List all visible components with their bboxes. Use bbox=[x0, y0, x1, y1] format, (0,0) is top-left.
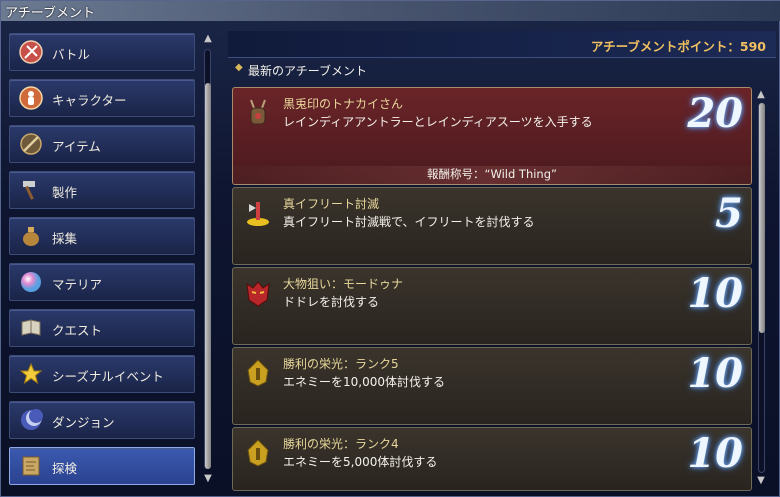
map-scroll-icon bbox=[18, 453, 44, 479]
category-crafting[interactable]: 製作 bbox=[9, 171, 195, 209]
achievement-points-value: 5 bbox=[715, 190, 743, 237]
category-label: アイテム bbox=[52, 139, 101, 154]
reindeer-antler-icon bbox=[241, 96, 275, 130]
scroll-thumb[interactable] bbox=[205, 83, 211, 469]
achievement-entry[interactable]: 真イフリート討滅 真イフリート討滅戦で、イフリートを討伐する 5 bbox=[232, 187, 752, 265]
achievement-description: エネミーを5,000体討伐する bbox=[283, 455, 438, 469]
window-title: アチーブメント bbox=[5, 6, 95, 21]
category-label: ダンジョン bbox=[52, 415, 115, 430]
achievement-points-value: 10 bbox=[687, 350, 743, 397]
achievement-name: 黒兎印のトナカイさん bbox=[283, 97, 404, 111]
scroll-thumb[interactable] bbox=[759, 103, 765, 333]
achievement-name: 勝利の栄光：ランク4 bbox=[283, 437, 399, 451]
achievement-entry[interactable]: 黒兎印のトナカイさん レインディアアントラーとレインディアスーツを入手する 20… bbox=[232, 87, 752, 185]
category-gathering[interactable]: 採集 bbox=[9, 217, 195, 255]
character-icon bbox=[18, 85, 44, 111]
star-icon bbox=[18, 361, 44, 387]
scroll-up-icon[interactable]: ▲ bbox=[755, 89, 767, 101]
category-label: 採集 bbox=[52, 231, 78, 246]
category-label: クエスト bbox=[52, 323, 103, 338]
category-sidebar: バトル キャラクター アイテム 製作 採集 マテリア クエスト シーズナルイベン… bbox=[9, 33, 199, 491]
item-icon bbox=[18, 131, 44, 157]
materia-orb-icon bbox=[18, 269, 44, 295]
category-battle[interactable]: バトル bbox=[9, 33, 195, 71]
title-bar[interactable]: アチーブメント bbox=[1, 1, 780, 21]
category-seasonal-event[interactable]: シーズナルイベント bbox=[9, 355, 195, 393]
ifrit-axe-icon bbox=[241, 196, 275, 230]
achievement-description: エネミーを10,000体討伐する bbox=[283, 375, 445, 389]
category-item[interactable]: アイテム bbox=[9, 125, 195, 163]
achievement-entry[interactable]: 勝利の栄光：ランク4 エネミーを5,000体討伐する 10 bbox=[232, 427, 752, 491]
sidebar-scrollbar[interactable]: ▲ ▼ bbox=[201, 31, 215, 489]
category-label: 製作 bbox=[52, 185, 78, 200]
achievement-points-value: 10 bbox=[687, 430, 743, 477]
category-quest[interactable]: クエスト bbox=[9, 309, 195, 347]
reward-title: 報酬称号：“Wild Thing” bbox=[233, 166, 751, 184]
red-demon-mask-icon bbox=[241, 276, 275, 310]
achievement-entry[interactable]: 大物狙い：モードゥナ ドドレを討伐する 10 bbox=[232, 267, 752, 345]
category-label: 探検 bbox=[52, 461, 78, 476]
category-label: バトル bbox=[52, 47, 90, 62]
achievement-name: 勝利の栄光：ランク5 bbox=[283, 357, 399, 371]
category-label: シーズナルイベント bbox=[52, 369, 164, 384]
gold-helmet-icon bbox=[241, 356, 275, 390]
achievement-description: レインディアアントラーとレインディアスーツを入手する bbox=[283, 115, 593, 129]
achievement-points: アチーブメントポイント：590 bbox=[590, 39, 766, 54]
scroll-down-icon[interactable]: ▼ bbox=[755, 475, 767, 487]
achievement-window: アチーブメント バトル キャラクター アイテム 製作 採集 マテリア クエスト … bbox=[0, 0, 780, 497]
battle-icon bbox=[18, 39, 44, 65]
achievement-points-value: 10 bbox=[687, 270, 743, 317]
achievement-points-value: 20 bbox=[687, 90, 743, 137]
diamond-bullet-icon: ◆ bbox=[235, 62, 243, 73]
achievement-description: 真イフリート討滅戦で、イフリートを討伐する bbox=[283, 215, 535, 229]
achievement-list-scrollbar[interactable]: ▲ ▼ bbox=[754, 87, 770, 491]
achievement-entry[interactable]: 勝利の栄光：ランク5 エネミーを10,000体討伐する 10 bbox=[232, 347, 752, 425]
crafting-hammer-icon bbox=[18, 177, 44, 203]
points-bar: アチーブメントポイント：590 bbox=[228, 31, 776, 58]
category-character[interactable]: キャラクター bbox=[9, 79, 195, 117]
quest-book-icon bbox=[18, 315, 44, 341]
achievement-name: 大物狙い：モードゥナ bbox=[283, 277, 404, 291]
achievement-panel: アチーブメントポイント：590 ◆ 最新のアチーブメント 黒兎印のトナカイさん … bbox=[228, 31, 776, 491]
category-dungeon[interactable]: ダンジョン bbox=[9, 401, 195, 439]
gold-helmet-icon bbox=[241, 436, 275, 470]
category-exploration[interactable]: 探検 bbox=[9, 447, 195, 485]
achievement-name: 真イフリート討滅 bbox=[283, 197, 380, 211]
dungeon-moon-icon bbox=[18, 407, 44, 433]
scroll-down-icon[interactable]: ▼ bbox=[202, 473, 214, 485]
category-label: マテリア bbox=[52, 277, 103, 292]
scroll-up-icon[interactable]: ▲ bbox=[202, 33, 214, 45]
section-title: 最新のアチーブメント bbox=[248, 64, 368, 78]
category-materia[interactable]: マテリア bbox=[9, 263, 195, 301]
category-label: キャラクター bbox=[52, 93, 127, 108]
achievement-description: ドドレを討伐する bbox=[283, 295, 380, 309]
gathering-sack-icon bbox=[18, 223, 44, 249]
section-header: ◆ 最新のアチーブメント bbox=[228, 59, 776, 81]
